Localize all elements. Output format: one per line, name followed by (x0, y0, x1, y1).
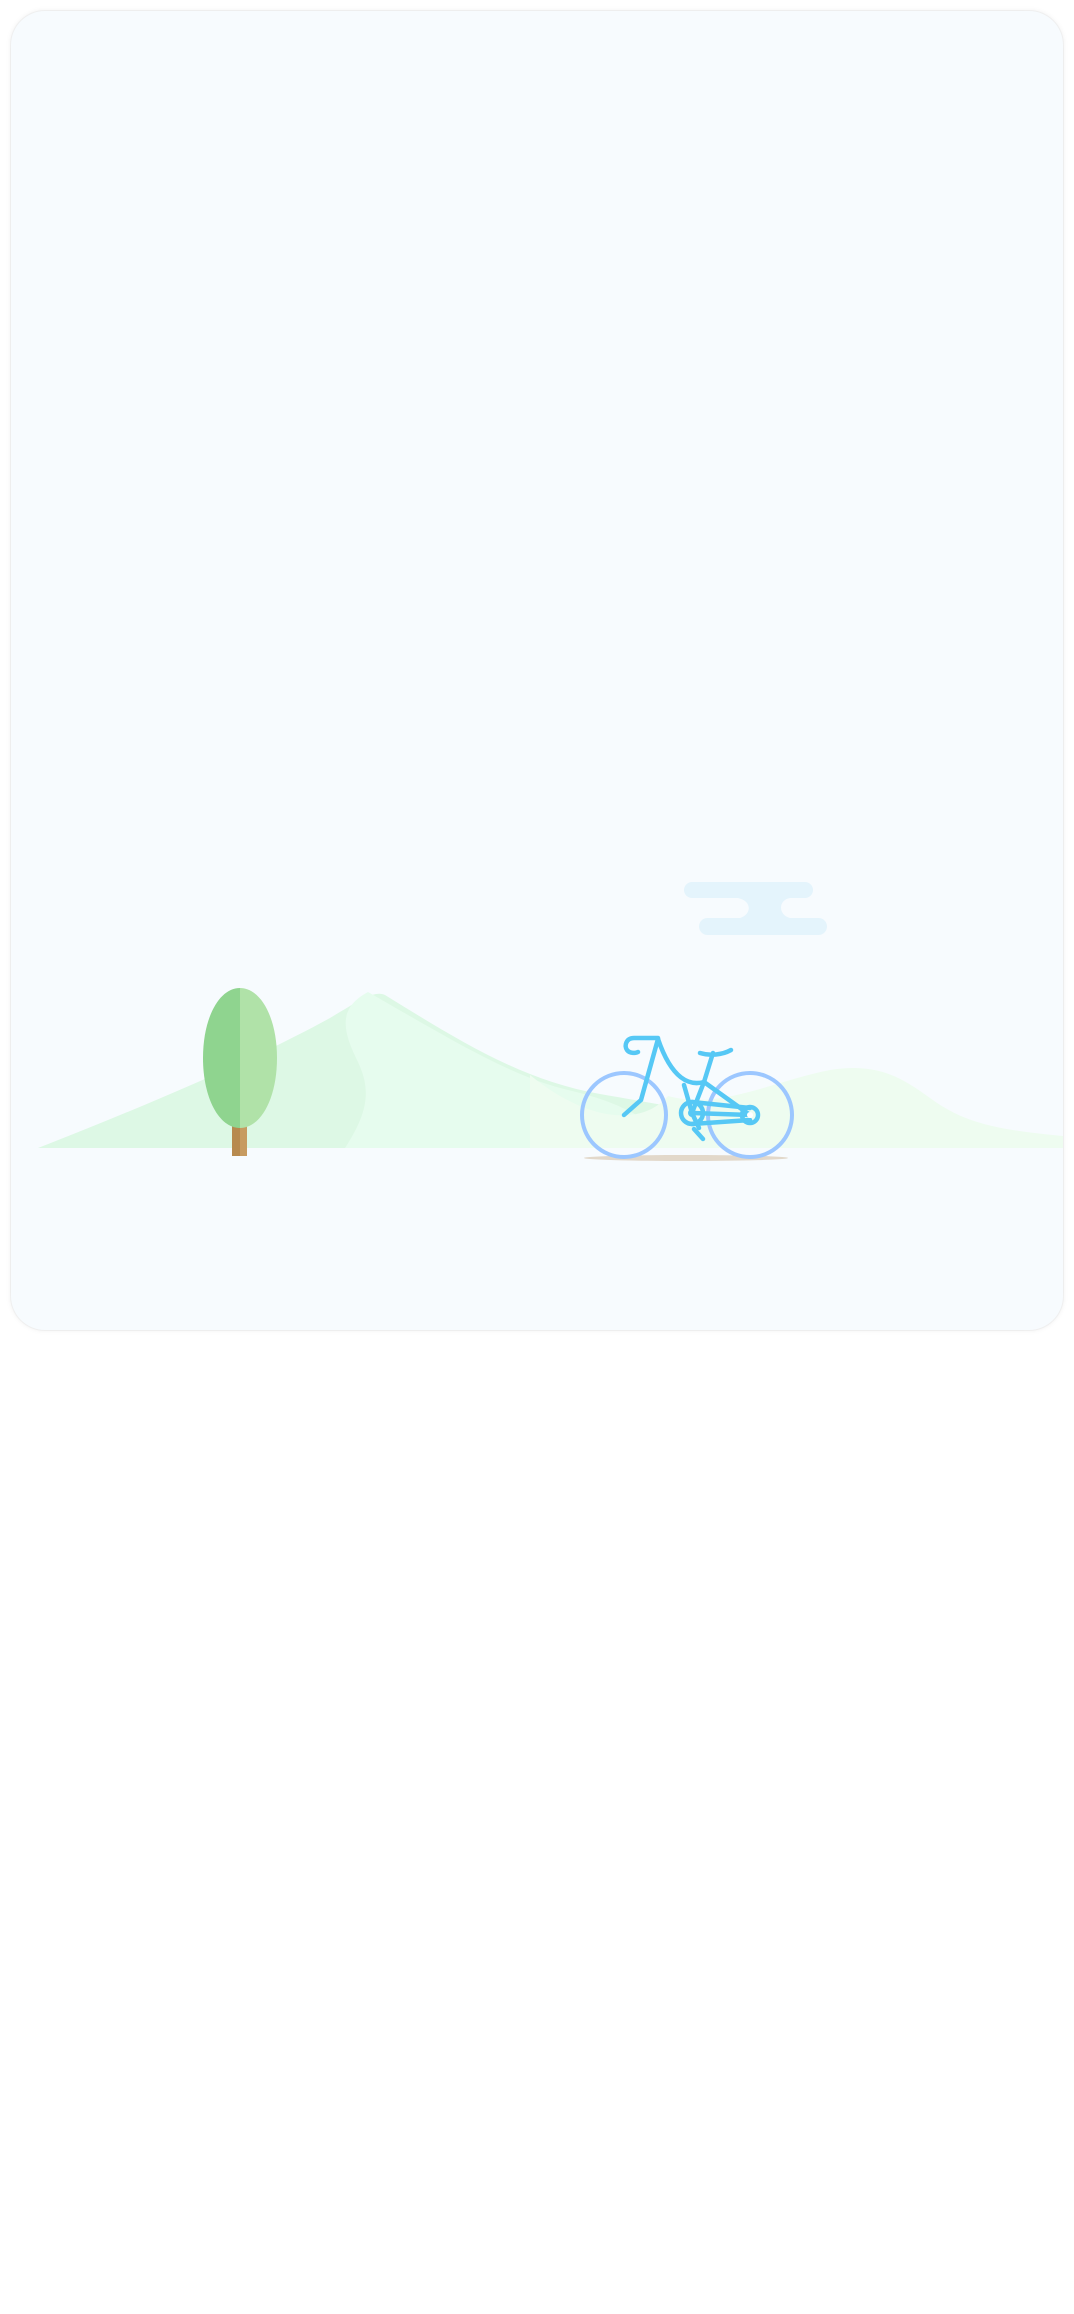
confirm-button[interactable]: 好的 (485, 1106, 1015, 2314)
confirm-button-label: 好的 (973, 2217, 1018, 2314)
